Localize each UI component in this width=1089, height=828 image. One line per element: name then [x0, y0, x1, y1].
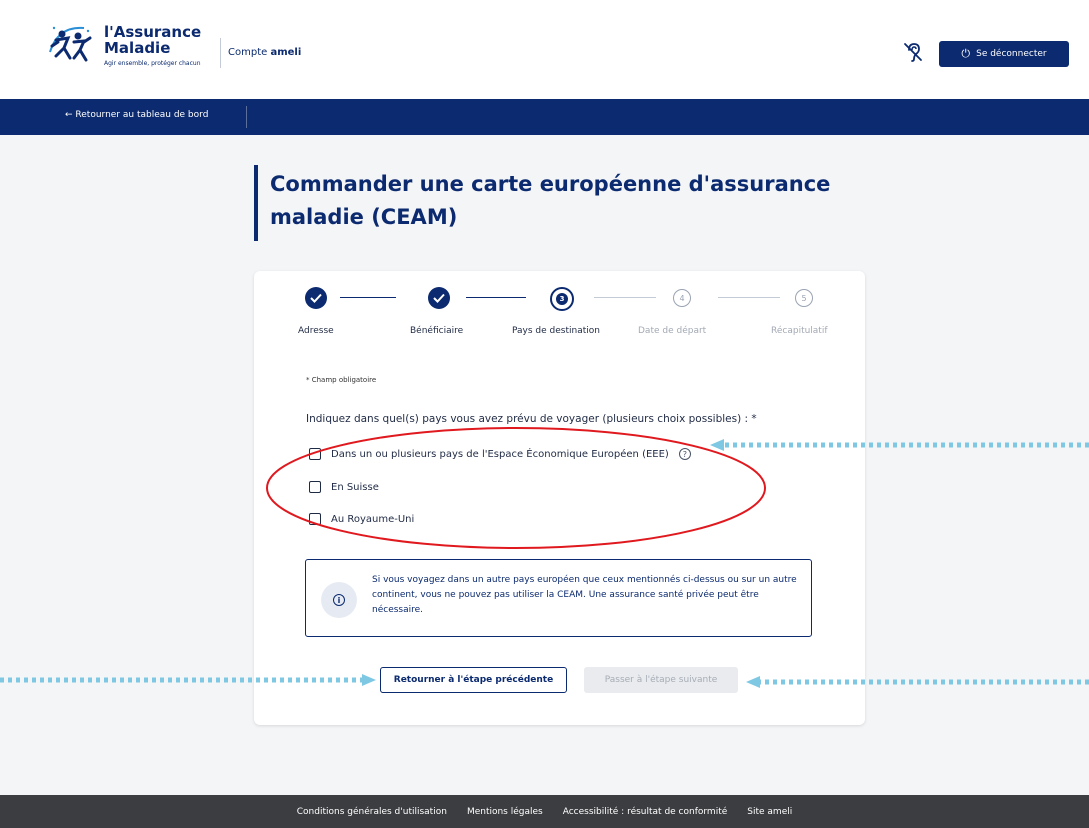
help-icon[interactable]: ? [678, 448, 691, 460]
power-icon: ⏻ [961, 47, 971, 60]
option-suisse-label: En Suisse [331, 481, 379, 493]
step-5-pending: 5 [795, 289, 813, 307]
step-connector [594, 297, 656, 298]
checkbox-suisse[interactable] [309, 481, 321, 493]
footer-link-mentions[interactable]: Mentions légales [467, 807, 543, 817]
option-suisse[interactable]: En Suisse [309, 479, 379, 495]
checkbox-royaume-uni[interactable] [309, 513, 321, 525]
check-icon [310, 293, 322, 303]
form-card: 3 4 5 Adresse Bénéficiaire Pays de desti… [254, 271, 865, 725]
footer-link-accessibilite[interactable]: Accessibilité : résultat de conformité [563, 807, 728, 817]
step-connector [340, 297, 396, 298]
compte-prefix: Compte [228, 47, 268, 58]
header-divider [220, 38, 221, 68]
site-footer: Conditions générales d'utilisation Menti… [0, 795, 1089, 828]
logo-figures-icon [49, 26, 92, 62]
step-3-current: 3 [550, 287, 574, 311]
title-accent-bar [254, 165, 258, 241]
required-field-note: * Champ obligatoire [306, 376, 377, 384]
step-label-adresse: Adresse [298, 326, 334, 336]
destination-question: Indiquez dans quel(s) pays vous avez pré… [306, 413, 757, 425]
assurance-maladie-logo[interactable]: l'Assurance Maladie Agir ensemble, proté… [44, 22, 214, 78]
info-icon: i [333, 594, 345, 606]
step-3-number: 3 [556, 293, 568, 305]
option-royaume-uni[interactable]: Au Royaume-Uni [309, 511, 414, 527]
footer-link-site-ameli[interactable]: Site ameli [747, 807, 792, 817]
navigation-bar: ← Retourner au tableau de bord [0, 99, 1089, 135]
check-icon [433, 293, 445, 303]
info-text: Si vous voyagez dans un autre pays europ… [372, 575, 797, 615]
step-4-pending: 4 [673, 289, 691, 307]
page-title: Commander une carte européenne d'assuran… [270, 172, 831, 229]
next-step-button[interactable]: Passer à l'étape suivante [584, 667, 738, 693]
step-label-beneficiaire: Bénéficiaire [410, 326, 464, 336]
step-label-recap: Récapitulatif [771, 326, 828, 336]
site-header: l'Assurance Maladie Agir ensemble, proté… [0, 0, 1089, 99]
hearing-icon[interactable] [902, 41, 924, 63]
previous-step-button[interactable]: Retourner à l'étape précédente [380, 667, 567, 693]
info-box: i Si vous voyagez dans un autre pays eur… [305, 559, 812, 637]
logout-label: Se déconnecter [976, 49, 1047, 59]
back-to-dashboard-link[interactable]: ← Retourner au tableau de bord [65, 110, 208, 120]
step-label-pays: Pays de destination [512, 326, 600, 336]
info-icon-background: i [321, 582, 357, 618]
option-royaume-uni-label: Au Royaume-Uni [331, 513, 415, 525]
checkbox-eee[interactable] [309, 448, 321, 460]
logout-button[interactable]: ⏻ Se déconnecter [939, 41, 1069, 67]
step-2-complete [428, 287, 450, 309]
step-connector [466, 297, 526, 298]
compte-ameli-label: Compte ameli [228, 47, 301, 58]
footer-link-cgu[interactable]: Conditions générales d'utilisation [297, 807, 447, 817]
step-connector [718, 297, 780, 298]
step-1-complete [305, 287, 327, 309]
compte-name: ameli [270, 47, 302, 58]
logo-tagline: Agir ensemble, protéger chacun [104, 60, 201, 67]
option-eee[interactable]: Dans un ou plusieurs pays de l'Espace Éc… [309, 446, 691, 462]
option-eee-label: Dans un ou plusieurs pays de l'Espace Éc… [331, 448, 669, 460]
nav-separator [246, 106, 247, 128]
step-label-date: Date de départ [638, 326, 707, 336]
logo-title-line2: Maladie [104, 39, 171, 57]
